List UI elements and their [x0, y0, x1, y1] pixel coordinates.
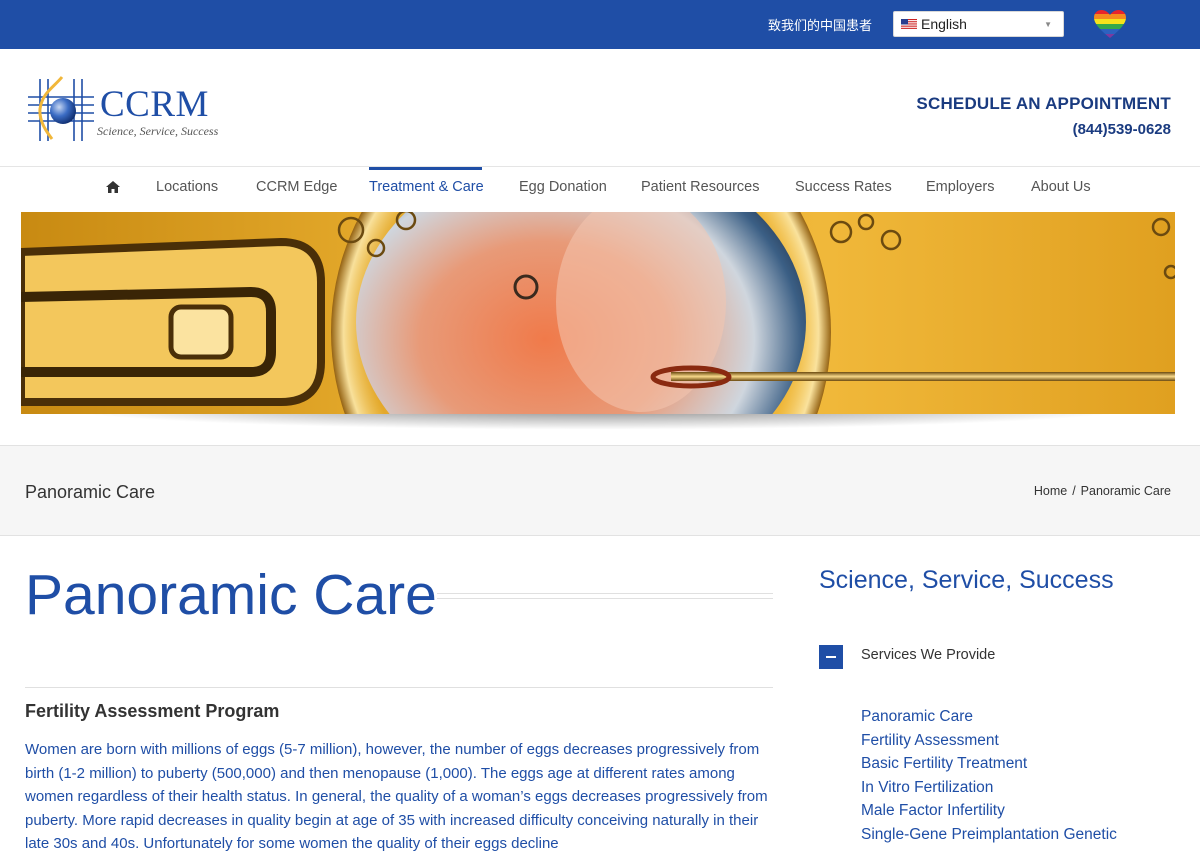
service-link-male-factor-infertility[interactable]: Male Factor Infertility [861, 799, 1117, 823]
nav-item-treatment-care[interactable]: Treatment & Care [369, 179, 484, 195]
main-nav: Locations CCRM Edge Treatment & Care Egg… [0, 167, 1200, 212]
breadcrumb-current: Panoramic Care [1080, 484, 1171, 498]
nav-item-locations[interactable]: Locations [156, 179, 218, 195]
services-toggle-button[interactable] [819, 645, 843, 669]
nav-item-about-us[interactable]: About Us [1031, 179, 1091, 195]
hero-banner-image [21, 212, 1175, 414]
section-divider [25, 687, 773, 688]
body-paragraph: Women are born with millions of eggs (5-… [25, 741, 768, 852]
schedule-appointment-link[interactable]: SCHEDULE AN APPOINTMENT [916, 94, 1171, 114]
phone-number-link[interactable]: (844)539-0628 [1073, 121, 1171, 138]
language-selected-value: English [921, 16, 967, 32]
nav-active-indicator [369, 167, 482, 170]
home-icon[interactable] [106, 181, 120, 193]
top-bar: 致我们的中国患者 English ▼ [0, 0, 1200, 49]
services-toggle-label[interactable]: Services We Provide [861, 647, 995, 663]
nav-item-success-rates[interactable]: Success Rates [795, 179, 892, 195]
services-list: Panoramic Care Fertility Assessment Basi… [861, 705, 1117, 846]
main-heading: Panoramic Care [25, 563, 437, 627]
ccrm-logo-icon[interactable] [26, 75, 96, 143]
nav-item-employers[interactable]: Employers [926, 179, 995, 195]
page-title: Panoramic Care [25, 482, 156, 502]
us-flag-icon [901, 19, 917, 30]
nav-item-ccrm-edge[interactable]: CCRM Edge [256, 179, 337, 195]
minus-icon [826, 656, 836, 658]
language-select[interactable]: English ▼ [893, 11, 1064, 37]
service-link-panoramic-care[interactable]: Panoramic Care [861, 705, 1117, 729]
service-link-fertility-assessment[interactable]: Fertility Assessment [861, 729, 1117, 753]
breadcrumb-home-link[interactable]: Home [1034, 484, 1067, 498]
breadcrumb-separator: / [1072, 484, 1076, 498]
service-link-basic-fertility-treatment[interactable]: Basic Fertility Treatment [861, 752, 1117, 776]
logo-wordmark[interactable]: CCRM [100, 83, 209, 126]
service-link-single-gene-pgt[interactable]: Single-Gene Preimplantation Genetic [861, 823, 1117, 847]
nav-item-patient-resources[interactable]: Patient Resources [641, 179, 759, 195]
nav-item-egg-donation[interactable]: Egg Donation [519, 179, 607, 195]
page-title-bar: Panoramic Care Home / Panoramic Care [0, 445, 1200, 536]
section-heading: Fertility Assessment Program [25, 701, 280, 721]
sidebar-title: Science, Service, Success [819, 566, 1114, 594]
logo-tagline: Science, Service, Success [97, 124, 219, 138]
chevron-down-icon: ▼ [1044, 20, 1052, 29]
breadcrumb: Home / Panoramic Care [1034, 484, 1171, 498]
rainbow-heart-icon[interactable] [1093, 9, 1127, 39]
site-header: CCRM Science, Service, Success SCHEDULE … [0, 49, 1200, 167]
heading-divider [437, 593, 773, 599]
service-link-ivf[interactable]: In Vitro Fertilization [861, 776, 1117, 800]
chinese-patients-link[interactable]: 致我们的中国患者 [768, 15, 872, 34]
